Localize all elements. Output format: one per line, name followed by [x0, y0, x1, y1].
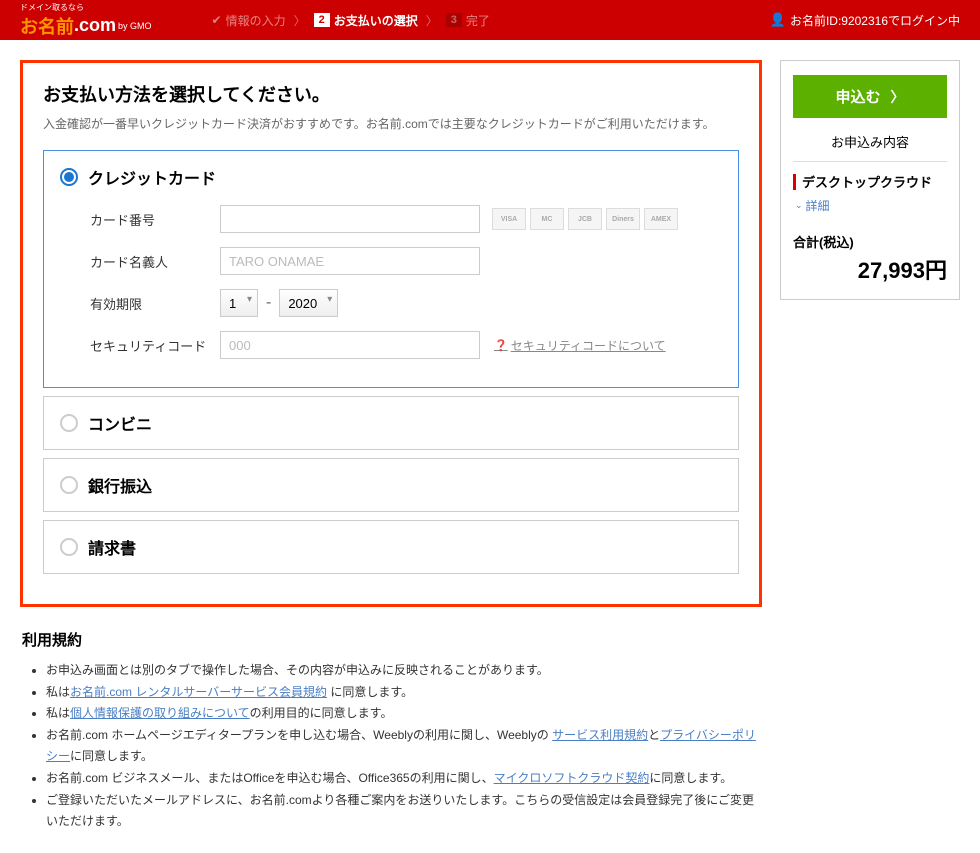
payment-option-conveni[interactable]: コンビニ: [43, 396, 739, 450]
logo-gmo: by GMO: [118, 21, 152, 31]
card-cvv-label: セキュリティコード: [90, 336, 220, 355]
diners-icon: Diners: [606, 208, 640, 230]
step-3: 3 完了: [446, 12, 490, 29]
payment-section: お支払い方法を選択してください。 入金確認が一番早いクレジットカード決済がおすす…: [20, 60, 762, 607]
step-2: 2 お支払いの選択: [314, 12, 418, 29]
radio-bank[interactable]: [60, 476, 78, 494]
payment-option-credit[interactable]: クレジットカード カード番号 VISA MC JCB Diners AMEX: [43, 150, 739, 388]
terms-list: お申込み画面とは別のタブで操作した場合、その内容が申込みに反映されることがありま…: [22, 660, 762, 833]
card-number-input[interactable]: [220, 205, 480, 233]
detail-link-label: 詳細: [806, 197, 830, 214]
header-bar: ドメイン取るなら お名前 .com by GMO ✔ 情報の入力 〉 2 お支払…: [0, 0, 980, 40]
payment-option-label: 請求書: [88, 535, 136, 559]
card-cvv-input[interactable]: [220, 331, 480, 359]
progress-steps: ✔ 情報の入力 〉 2 お支払いの選択 〉 3 完了: [212, 12, 490, 29]
radio-credit[interactable]: [60, 168, 78, 186]
terms-link[interactable]: お名前.com レンタルサーバーサービス会員規約: [70, 685, 327, 699]
total-label: 合計(税込): [793, 232, 947, 251]
apply-button-label: 申込む: [835, 86, 880, 107]
terms-item: お申込み画面とは別のタブで操作した場合、その内容が申込みに反映されることがありま…: [46, 660, 762, 682]
terms-title: 利用規約: [22, 629, 762, 650]
question-icon: ❓: [494, 339, 508, 352]
terms-link[interactable]: 個人情報保護の取り組みについて: [70, 706, 250, 720]
terms-section: 利用規約 お申込み画面とは別のタブで操作した場合、その内容が申込みに反映されるこ…: [20, 629, 762, 833]
credit-card-form: カード番号 VISA MC JCB Diners AMEX カード名義人: [60, 205, 722, 359]
step-1-label: 情報の入力: [226, 12, 286, 29]
expiry-month-select[interactable]: 1: [220, 289, 258, 317]
terms-item: 私は個人情報保護の取り組みについての利用目的に同意します。: [46, 703, 762, 725]
payment-option-bank[interactable]: 銀行振込: [43, 458, 739, 512]
terms-item: お名前.com ホームページエディタープランを申し込む場合、Weeblyの利用に…: [46, 725, 762, 768]
step-3-label: 完了: [466, 12, 490, 29]
cvv-help-text: セキュリティコードについて: [511, 337, 666, 354]
payment-option-invoice[interactable]: 請求書: [43, 520, 739, 574]
amex-icon: AMEX: [644, 208, 678, 230]
user-login-status: 👤 お名前ID:9202316でログイン中: [770, 12, 960, 29]
chevron-right-icon: 〉: [891, 87, 905, 107]
check-icon: ✔: [212, 13, 222, 27]
total-price: 27,993円: [793, 253, 947, 285]
terms-item: 私はお名前.com レンタルサーバーサービス会員規約 に同意します。: [46, 682, 762, 704]
terms-link[interactable]: サービス利用規約: [552, 728, 648, 742]
cvv-help-link[interactable]: ❓ セキュリティコードについて: [494, 337, 666, 354]
payment-option-label: 銀行振込: [88, 473, 152, 497]
terms-item: お名前.com ビジネスメール、またはOfficeを申込む場合、Office36…: [46, 768, 762, 790]
step-2-num: 2: [314, 13, 330, 27]
card-name-input[interactable]: [220, 247, 480, 275]
payment-option-label: コンビニ: [88, 411, 152, 435]
radio-conveni[interactable]: [60, 414, 78, 432]
radio-invoice[interactable]: [60, 538, 78, 556]
step-3-num: 3: [446, 13, 462, 27]
logo-tagline: ドメイン取るなら: [20, 2, 152, 13]
payment-desc: 入金確認が一番早いクレジットカード決済がおすすめです。お名前.comでは主要なク…: [43, 115, 739, 132]
payment-title: お支払い方法を選択してください。: [43, 81, 739, 107]
user-label: お名前ID:9202316でログイン中: [790, 12, 960, 29]
product-name: デスクトップクラウド: [802, 172, 932, 191]
card-expiry-label: 有効期限: [90, 294, 220, 313]
user-icon: 👤: [770, 12, 786, 28]
logo[interactable]: ドメイン取るなら お名前 .com by GMO: [20, 2, 152, 39]
chevron-right-icon: 〉: [294, 12, 306, 29]
terms-link[interactable]: マイクロソフトクラウド契約: [494, 771, 650, 785]
card-name-label: カード名義人: [90, 252, 220, 271]
step-1: ✔ 情報の入力: [212, 12, 286, 29]
detail-link[interactable]: ⌄ 詳細: [795, 197, 947, 214]
logo-part2: .com: [74, 15, 116, 36]
card-number-label: カード番号: [90, 210, 220, 229]
payment-option-label: クレジットカード: [88, 165, 216, 189]
chevron-right-icon: 〉: [426, 12, 438, 29]
expiry-separator: -: [266, 294, 271, 312]
jcb-icon: JCB: [568, 208, 602, 230]
visa-icon: VISA: [492, 208, 526, 230]
accent-bar: [793, 174, 796, 190]
chevron-down-icon: ⌄: [795, 200, 803, 211]
expiry-year-select[interactable]: 2020: [279, 289, 338, 317]
step-2-label: お支払いの選択: [334, 12, 418, 29]
apply-button[interactable]: 申込む 〉: [793, 75, 947, 118]
product-row: デスクトップクラウド: [793, 172, 947, 191]
order-summary-sidebar: 申込む 〉 お申込み内容 デスクトップクラウド ⌄ 詳細 合計(税込) 27,9…: [780, 60, 960, 300]
mastercard-icon: MC: [530, 208, 564, 230]
logo-part1: お名前: [20, 13, 74, 39]
sidebar-contents-title: お申込み内容: [793, 132, 947, 162]
card-brand-logos: VISA MC JCB Diners AMEX: [492, 208, 678, 230]
terms-item: ご登録いただいたメールアドレスに、お名前.comより各種ご案内をお送りいたします…: [46, 790, 762, 833]
